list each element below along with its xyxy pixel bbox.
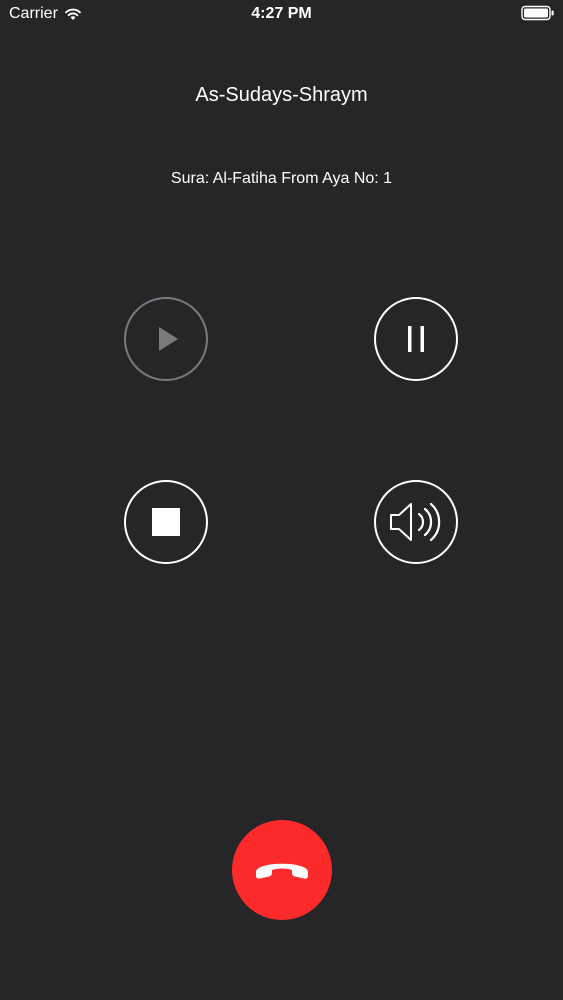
play-icon bbox=[159, 327, 178, 351]
stop-button[interactable] bbox=[124, 480, 208, 564]
status-bar: Carrier 4:27 PM bbox=[0, 0, 563, 30]
status-time: 4:27 PM bbox=[251, 5, 312, 22]
end-call-button[interactable] bbox=[232, 820, 332, 920]
stop-icon bbox=[152, 508, 180, 536]
status-right bbox=[521, 5, 555, 21]
sura-info: Sura: Al-Fatiha From Aya No: 1 bbox=[170, 170, 393, 187]
battery-icon bbox=[521, 5, 554, 21]
speaker-button[interactable] bbox=[374, 480, 458, 564]
pause-button[interactable] bbox=[374, 297, 458, 381]
pause-icon bbox=[408, 326, 424, 352]
speaker-icon bbox=[390, 502, 441, 542]
play-button[interactable] bbox=[124, 297, 208, 381]
phone-hangup-icon bbox=[256, 863, 308, 879]
reciter-name: As-Sudays-Shraym bbox=[195, 84, 368, 106]
